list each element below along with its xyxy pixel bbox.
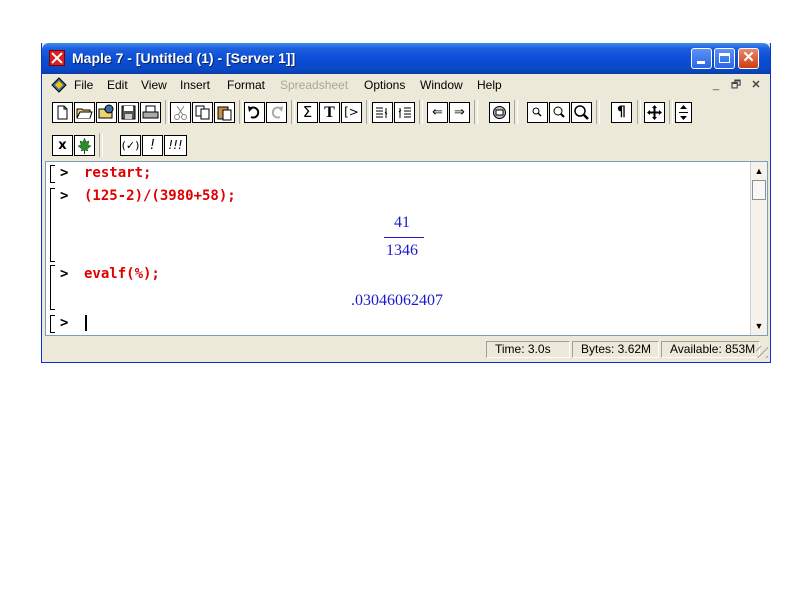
- paragraph-icon[interactable]: ¶: [611, 102, 632, 123]
- undo-icon[interactable]: [244, 102, 265, 123]
- forward-icon[interactable]: ⇒: [449, 102, 470, 123]
- text-icon[interactable]: T: [319, 102, 340, 123]
- fraction-bar: [384, 237, 424, 238]
- window-title: Maple 7 - [Untitled (1) - [Server 1]]: [72, 50, 296, 66]
- redo-icon[interactable]: [266, 102, 287, 123]
- execution-group-bracket[interactable]: [50, 165, 55, 183]
- minimize-icon: [697, 61, 705, 64]
- close-button[interactable]: ✕: [738, 48, 759, 69]
- title-bar[interactable]: Maple 7 - [Untitled (1) - [Server 1]] ✕: [42, 43, 770, 74]
- stop-icon[interactable]: [489, 102, 510, 123]
- insert-prompt-icon[interactable]: [>: [341, 102, 362, 123]
- execution-group-bracket[interactable]: [50, 265, 55, 310]
- minimize-button[interactable]: [691, 48, 712, 69]
- mdi-minimize-button[interactable]: _: [709, 78, 723, 92]
- maple-leaf-icon[interactable]: [74, 135, 95, 156]
- open-file-icon[interactable]: [74, 102, 95, 123]
- zoom-100-icon[interactable]: [527, 102, 548, 123]
- maximize-button[interactable]: [714, 48, 735, 69]
- restart-icon[interactable]: [644, 102, 665, 123]
- document-menu-icon[interactable]: [51, 77, 67, 93]
- execute-all-button[interactable]: !!!: [164, 135, 187, 156]
- vertical-scrollbar[interactable]: ▲ ▼: [750, 162, 767, 335]
- menu-file[interactable]: File: [74, 78, 93, 92]
- menu-bar: File Edit View Insert Format Spreadsheet…: [42, 74, 770, 96]
- toggle-icon[interactable]: [675, 102, 692, 123]
- scroll-down-icon[interactable]: ▼: [753, 320, 765, 332]
- status-bytes: Bytes: 3.62M: [572, 341, 659, 358]
- menu-edit[interactable]: Edit: [107, 78, 128, 92]
- save-icon[interactable]: [118, 102, 139, 123]
- sum-icon[interactable]: Σ: [297, 102, 318, 123]
- zoom-200-icon[interactable]: [549, 102, 570, 123]
- output-numerator: 41: [394, 214, 410, 231]
- zoom-400-icon[interactable]: [571, 102, 592, 123]
- menu-options[interactable]: Options: [364, 78, 405, 92]
- input-prompt: >: [60, 188, 69, 204]
- input-line-1[interactable]: restart;: [84, 165, 151, 181]
- indent-icon[interactable]: [372, 102, 393, 123]
- outdent-icon[interactable]: [394, 102, 415, 123]
- output-denominator: 1346: [386, 242, 418, 259]
- input-line-2[interactable]: (125-2)/(3980+58);: [84, 188, 236, 204]
- status-available: Available: 853M: [661, 341, 760, 358]
- menu-help[interactable]: Help: [477, 78, 502, 92]
- input-prompt: >: [60, 266, 69, 282]
- status-bar: Time: 3.0s Bytes: 3.62M Available: 853M: [42, 338, 770, 360]
- menu-insert[interactable]: Insert: [180, 78, 210, 92]
- x-button[interactable]: x: [52, 135, 73, 156]
- new-file-icon[interactable]: [52, 102, 73, 123]
- menu-view[interactable]: View: [141, 78, 167, 92]
- execution-group-bracket[interactable]: [50, 315, 55, 333]
- maple-window: Maple 7 - [Untitled (1) - [Server 1]] ✕ …: [41, 43, 771, 363]
- input-line-3[interactable]: evalf(%);: [84, 266, 160, 282]
- input-prompt: >: [60, 165, 69, 181]
- menu-spreadsheet[interactable]: Spreadsheet: [280, 78, 348, 92]
- resize-grip-icon[interactable]: [756, 346, 768, 358]
- worksheet[interactable]: > restart; > (125-2)/(3980+58); 41 1346 …: [45, 161, 768, 336]
- execution-toolbar: x (✓) ! !!!: [48, 132, 764, 158]
- scroll-thumb[interactable]: [752, 180, 766, 200]
- execute-button[interactable]: !: [142, 135, 163, 156]
- back-icon[interactable]: ⇐: [427, 102, 448, 123]
- input-prompt: >: [60, 315, 69, 331]
- copy-icon[interactable]: [192, 102, 213, 123]
- print-icon[interactable]: [140, 102, 161, 123]
- scroll-up-icon[interactable]: ▲: [753, 165, 765, 177]
- check-syntax-button[interactable]: (✓): [120, 135, 141, 156]
- text-cursor: [85, 315, 87, 331]
- open-url-icon[interactable]: [96, 102, 117, 123]
- menu-format[interactable]: Format: [227, 78, 265, 92]
- menu-window[interactable]: Window: [420, 78, 463, 92]
- main-toolbar: Σ T [> ⇐ ⇒ ¶: [48, 99, 764, 127]
- output-decimal: .03046062407: [351, 292, 443, 309]
- execution-group-bracket[interactable]: [50, 188, 55, 262]
- close-icon: ✕: [742, 49, 755, 66]
- mdi-restore-button[interactable]: 🗗: [729, 78, 743, 92]
- cut-icon[interactable]: [170, 102, 191, 123]
- mdi-close-button[interactable]: ✕: [749, 78, 763, 92]
- maximize-icon: [719, 53, 730, 63]
- maple-app-icon[interactable]: [49, 50, 65, 66]
- paste-icon[interactable]: [214, 102, 235, 123]
- status-time: Time: 3.0s: [486, 341, 570, 358]
